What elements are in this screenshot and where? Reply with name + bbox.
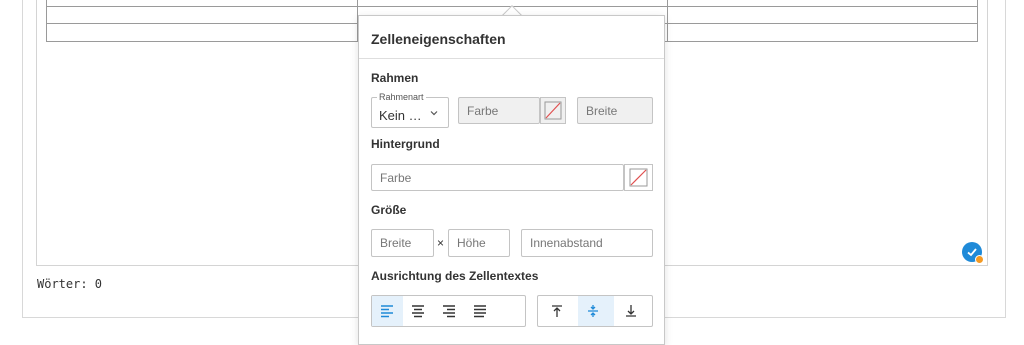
border-style-select[interactable]: Rahmenart Kein … <box>371 92 449 128</box>
word-count: Wörter: 0 <box>37 277 103 291</box>
cell-width-placeholder: Breite <box>380 236 412 250</box>
table-col-line <box>667 0 668 41</box>
border-style-legend: Rahmenart <box>377 92 426 102</box>
background-heading: Hintergrund <box>371 137 440 151</box>
chevron-down-icon <box>430 108 438 119</box>
align-bottom-icon[interactable] <box>616 296 650 326</box>
size-heading: Größe <box>371 203 407 217</box>
align-middle-icon[interactable] <box>578 296 614 326</box>
no-color-icon[interactable] <box>540 97 566 124</box>
cell-padding-input[interactable]: Innenabstand <box>521 229 653 257</box>
cell-padding-placeholder: Innenabstand <box>530 236 603 250</box>
align-right-icon[interactable] <box>434 296 465 326</box>
align-center-icon[interactable] <box>403 296 434 326</box>
border-style-value: Kein … <box>379 108 422 123</box>
align-left-icon[interactable] <box>372 296 403 326</box>
border-heading: Rahmen <box>371 71 419 85</box>
badge-dot <box>975 255 984 264</box>
horizontal-align-group <box>371 295 526 327</box>
align-top-icon[interactable] <box>542 296 576 326</box>
divider <box>359 58 664 59</box>
times-sign: × <box>437 236 445 250</box>
cell-width-input[interactable]: Breite <box>371 229 434 257</box>
vertical-align-group <box>537 295 653 327</box>
alignment-heading: Ausrichtung des Zellentextes <box>371 269 539 283</box>
background-color-input[interactable]: Farbe <box>371 164 624 191</box>
border-width-input[interactable]: Breite <box>577 97 653 124</box>
border-color-placeholder: Farbe <box>467 103 499 118</box>
border-color-input[interactable]: Farbe <box>458 97 540 124</box>
cell-height-placeholder: Höhe <box>457 236 486 250</box>
align-justify-icon[interactable] <box>465 296 496 326</box>
popup-title: Zelleneigenschaften <box>371 31 506 47</box>
border-width-placeholder: Breite <box>586 103 618 118</box>
cell-properties-popup: Zelleneigenschaften Rahmen Rahmenart Kei… <box>358 15 665 345</box>
cell-height-input[interactable]: Höhe <box>448 229 510 257</box>
background-color-placeholder: Farbe <box>380 170 412 185</box>
no-color-icon[interactable] <box>624 164 653 191</box>
